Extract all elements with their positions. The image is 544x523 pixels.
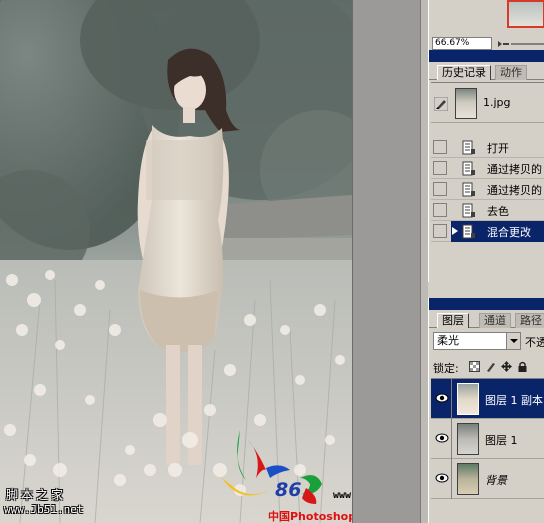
layers-tabrow: 图层 通道 路径 xyxy=(429,310,544,328)
history-snapshot[interactable]: 1.jpg xyxy=(431,85,544,123)
history-step-icon xyxy=(462,203,475,218)
history-item-open[interactable]: 打开 xyxy=(431,137,544,158)
tab-paths[interactable]: 路径 xyxy=(515,313,544,328)
eye-icon[interactable] xyxy=(435,433,449,443)
history-item-copy-1[interactable]: 通过拷贝的 xyxy=(431,158,544,179)
zoom-out-icon[interactable] xyxy=(497,40,509,48)
history-step-icon xyxy=(462,224,475,239)
snapshot-thumbnail xyxy=(455,88,477,119)
layer-name[interactable]: 背景 xyxy=(485,472,507,488)
lock-label: 锁定: xyxy=(433,362,459,375)
blend-mode-select[interactable]: 柔光 xyxy=(433,332,521,350)
history-tabrow: 历史记录 动作 xyxy=(429,62,544,80)
history-item-copy-2[interactable]: 通过拷贝的 xyxy=(431,179,544,200)
lock-paint-icon[interactable] xyxy=(485,361,496,372)
layers-panel: 图层 通道 路径 柔光 不透 锁定: 图层 1 副本 图层 1 背景 xyxy=(428,298,544,523)
ps86-watermark-cn: 中国Photoshop资源网 xyxy=(268,510,352,523)
history-panel: 历史记录 动作 1.jpg 打开 通过拷贝的 通过拷贝的 去色 混合更改 xyxy=(428,50,544,282)
tab-layers[interactable]: 图层 xyxy=(437,313,469,328)
history-item-label: 去色 xyxy=(487,205,509,218)
snapshot-label: 1.jpg xyxy=(483,96,511,109)
tab-actions[interactable]: 动作 xyxy=(495,65,527,80)
workspace-gutter xyxy=(352,0,428,523)
history-step-icon xyxy=(462,182,475,197)
zoom-slider[interactable] xyxy=(511,43,544,45)
history-item-label: 通过拷贝的 xyxy=(487,163,542,176)
navigator-thumbnail[interactable] xyxy=(507,0,544,28)
history-item-label: 通过拷贝的 xyxy=(487,184,542,197)
lock-transparent-icon[interactable] xyxy=(469,361,480,372)
layer-divider xyxy=(451,459,452,499)
jb51-watermark-title: 脚本之家 xyxy=(6,488,67,502)
ps86-watermark-url: www.86ps.com xyxy=(333,490,352,501)
tab-channels[interactable]: 通道 xyxy=(479,313,511,328)
history-item-desaturate[interactable]: 去色 xyxy=(431,200,544,221)
layer-name[interactable]: 图层 1 副本 xyxy=(485,392,543,408)
panel-dock-strip xyxy=(420,0,428,523)
layer-divider xyxy=(451,379,452,419)
document-canvas[interactable]: 脚本之家 www.Jb51.net 86 www.86ps.com 中国Phot… xyxy=(0,0,352,523)
history-brush-source-box[interactable] xyxy=(433,224,447,238)
layers-list: 图层 1 副本 图层 1 背景 xyxy=(431,378,544,520)
layer-thumbnail xyxy=(457,423,479,455)
layer-name[interactable]: 图层 1 xyxy=(485,432,518,448)
history-step-icon xyxy=(462,161,475,176)
tab-history[interactable]: 历史记录 xyxy=(437,65,491,80)
history-brush-source-box[interactable] xyxy=(433,203,447,217)
lock-all-icon[interactable] xyxy=(517,361,528,372)
blend-mode-value: 柔光 xyxy=(437,334,459,347)
layer-row-background[interactable]: 背景 xyxy=(431,459,544,499)
chevron-down-icon[interactable] xyxy=(506,333,520,349)
history-brush-icon[interactable] xyxy=(434,97,448,111)
history-item-blend-change[interactable]: 混合更改 xyxy=(431,221,544,242)
eye-icon[interactable] xyxy=(435,473,449,483)
photo-image xyxy=(0,0,352,523)
history-panel-titlebar[interactable] xyxy=(429,50,544,62)
lock-move-icon[interactable] xyxy=(501,361,512,372)
history-brush-source-box[interactable] xyxy=(433,161,447,175)
history-brush-source-box[interactable] xyxy=(433,140,447,154)
layer-thumbnail xyxy=(457,383,479,415)
history-list: 1.jpg 打开 通过拷贝的 通过拷贝的 去色 混合更改 xyxy=(431,82,544,280)
opacity-label: 不透 xyxy=(525,336,544,349)
ps86-watermark-number: 86 xyxy=(275,479,302,501)
history-item-label: 混合更改 xyxy=(487,226,531,239)
jb51-watermark-url: www.Jb51.net xyxy=(4,503,84,516)
lock-row: 锁定: xyxy=(433,358,544,375)
navigator-panel: 66.67% xyxy=(428,0,544,50)
history-state-pointer-icon[interactable] xyxy=(452,227,458,235)
layer-row-layer1[interactable]: 图层 1 xyxy=(431,419,544,459)
history-brush-source-box[interactable] xyxy=(433,182,447,196)
eye-icon[interactable] xyxy=(435,393,449,403)
layer-options-row: 柔光 不透 xyxy=(433,332,544,352)
layers-panel-titlebar[interactable] xyxy=(429,298,544,310)
zoom-input[interactable]: 66.67% xyxy=(432,37,492,50)
history-step-icon xyxy=(462,140,475,155)
layer-divider xyxy=(451,419,452,459)
layer-row-copy[interactable]: 图层 1 副本 xyxy=(431,379,544,419)
history-item-label: 打开 xyxy=(487,142,509,155)
layer-thumbnail xyxy=(457,463,479,495)
